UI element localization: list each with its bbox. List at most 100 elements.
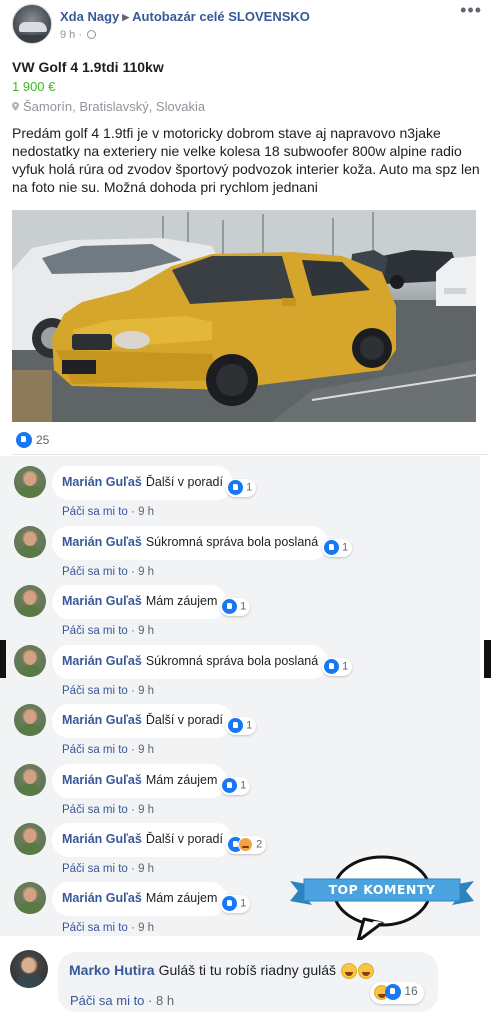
comment-author[interactable]: Marián Guľaš [62,773,142,787]
comment-like-link[interactable]: Páči sa mi to [62,506,128,518]
comment-actions: Páči sa mi to · 9 h [62,506,155,518]
listing-photo[interactable] [12,210,476,422]
comment-like-link[interactable]: Páči sa mi to [62,804,128,816]
comment-like-link[interactable]: Páči sa mi to [62,922,128,934]
comment-author[interactable]: Marián Guľaš [62,832,142,846]
comment-text: Mám záujem [145,891,218,905]
commenter-avatar[interactable] [14,645,46,677]
comment-item: Marián Guľaš Ďalší v poradí 1 Páči sa mi … [14,466,474,522]
comment-author[interactable]: Marián Guľaš [62,475,142,489]
comment-text: Súkromná správa bola poslaná [145,535,319,549]
comment-actions: Páči sa mi to · 9 h [62,922,155,934]
commenter-avatar[interactable] [14,882,46,914]
top-comment-item: Marko Hutira Guláš ti tu robíš riadny gul… [0,940,491,1024]
reactions-count[interactable]: 25 [36,433,49,447]
comment-bubble: Marián Guľaš Ďalší v poradí [52,823,233,857]
like-icon [222,778,237,793]
comment-reaction-count: 1 [342,541,349,554]
comment-like-link[interactable]: Páči sa mi to [70,993,144,1008]
commenter-avatar[interactable] [14,704,46,736]
comment-text: Ďalší v poradí [145,832,223,846]
comment-actions: Páči sa mi to · 9 h [62,863,155,875]
listing-title: VW Golf 4 1.9tdi 110kw [12,59,164,75]
comment-reactions[interactable]: 2 [226,836,267,854]
like-icon [16,431,32,448]
comment-reaction-count: 1 [240,600,247,613]
comment-like-link[interactable]: Páči sa mi to [62,863,128,875]
comment-time[interactable]: 9 h [138,566,154,578]
comment-author[interactable]: Marián Guľaš [62,654,142,668]
author-name-link[interactable]: Xda Nagy [60,9,119,24]
comment-like-link[interactable]: Páči sa mi to [62,744,128,756]
comment-bubble: Marián Guľaš Ďalší v poradí [52,466,233,500]
comment-like-link[interactable]: Páči sa mi to [62,685,128,697]
comment-time[interactable]: 9 h [138,744,154,756]
rofl-emoji-icon [340,963,357,980]
author-line: Xda Nagy ▶ Autobazár celé SLOVENSKO [60,9,310,24]
commenter-avatar[interactable] [10,950,48,988]
post-header: Xda Nagy ▶ Autobazár celé SLOVENSKO 9 h · … [12,1,482,48]
comment-actions: Páči sa mi to · 9 h [62,744,155,756]
commenter-avatar[interactable] [14,823,46,855]
comment-item: Marián Guľaš Ďalší v poradí 1 Páči sa mi … [14,704,474,760]
comment-item: Marián Guľaš Súkromná správa bola poslaná… [14,526,474,582]
car-thumbnail-icon [19,22,47,32]
comment-author[interactable]: Marko Hutira [69,962,155,978]
comment-reactions[interactable]: 1 [226,717,257,735]
listing-price: 1 900 € [12,79,56,94]
comment-author[interactable]: Marián Guľaš [62,891,142,905]
comment-bubble: Marián Guľaš Mám záujem [52,585,228,619]
comment-time[interactable]: 8 h [156,993,174,1008]
comment-time[interactable]: 9 h [138,625,154,637]
comment-bubble: Marián Guľaš Súkromná správa bola poslaná [52,645,329,679]
comment-reactions[interactable]: 1 [220,895,251,913]
page-avatar[interactable] [12,4,52,44]
comment-reactions[interactable]: 16 [370,982,424,1004]
comment-bubble: Marián Guľaš Súkromná správa bola poslaná [52,526,329,560]
comment-reaction-count: 1 [240,779,247,792]
listing-location: Šamorín, Bratislavský, Slovakia [12,99,205,114]
comment-reactions[interactable]: 1 [220,777,251,795]
like-icon [228,480,243,495]
post-time[interactable]: 9 h · [60,29,82,41]
comment-time[interactable]: 9 h [138,863,154,875]
comment-text: Ďalší v poradí [145,713,223,727]
yellow-vw-golf-photo [12,210,476,422]
comment-like-link[interactable]: Páči sa mi to [62,625,128,637]
comment-time[interactable]: 9 h [138,685,154,697]
comment-time[interactable]: 9 h [138,506,154,518]
comment-reactions[interactable]: 1 [226,479,257,497]
comment-reaction-count: 16 [404,984,418,999]
comment-text: Mám záujem [145,594,218,608]
comment-text: Mám záujem [145,773,218,787]
comment-like-link[interactable]: Páči sa mi to [62,566,128,578]
image-edge-artifact [484,640,491,678]
commenter-avatar[interactable] [14,764,46,796]
laughing-emoji-icon [357,963,374,980]
angry-reaction-icon [238,837,253,852]
comment-author[interactable]: Marián Guľaš [62,713,142,727]
comment-reaction-count: 1 [246,719,253,732]
comment-author[interactable]: Marián Guľaš [62,535,142,549]
image-edge-artifact [0,640,6,678]
comment-author[interactable]: Marián Guľaš [62,594,142,608]
commenter-avatar[interactable] [14,466,46,498]
arrow-right-icon: ▶ [122,12,130,22]
speech-bubble-banner-icon [290,855,474,943]
comment-reactions[interactable]: 1 [220,598,251,616]
like-icon [324,659,339,674]
more-options-icon[interactable]: ••• [460,1,482,19]
comment-time[interactable]: 9 h [138,804,154,816]
commenter-avatar[interactable] [14,585,46,617]
comment-reaction-count: 2 [256,838,263,851]
location-text: Šamorín, Bratislavský, Slovakia [23,99,206,114]
group-name-link[interactable]: Autobazár celé SLOVENSKO [132,9,310,24]
comment-reactions[interactable]: 1 [322,658,353,676]
comment-text: Súkromná správa bola poslaná [145,654,319,668]
globe-icon [87,30,97,39]
comment-time[interactable]: 9 h [138,922,154,934]
comment-reactions[interactable]: 1 [322,539,353,557]
comment-item: Marián Guľaš Mám záujem 1 Páči sa mi to ·… [14,585,474,641]
commenter-avatar[interactable] [14,526,46,558]
comment-actions: Páči sa mi to · 9 h [62,804,155,816]
